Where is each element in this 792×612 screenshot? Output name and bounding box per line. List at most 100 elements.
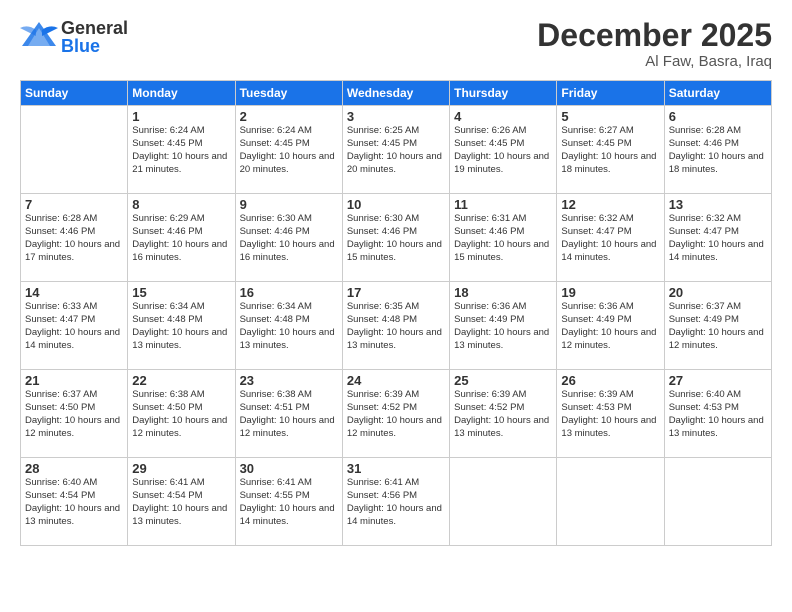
day-number: 10 [347, 197, 445, 212]
header: General Blue December 2025 Al Faw, Basra… [20, 18, 772, 70]
day-cell: 11Sunrise: 6:31 AM Sunset: 4:46 PM Dayli… [450, 194, 557, 282]
day-info: Sunrise: 6:28 AM Sunset: 4:46 PM Dayligh… [669, 125, 767, 176]
day-cell: 10Sunrise: 6:30 AM Sunset: 4:46 PM Dayli… [342, 194, 449, 282]
day-info: Sunrise: 6:37 AM Sunset: 4:49 PM Dayligh… [669, 301, 767, 352]
days-of-week-row: SundayMondayTuesdayWednesdayThursdayFrid… [21, 81, 772, 106]
calendar-table: SundayMondayTuesdayWednesdayThursdayFrid… [20, 80, 772, 546]
day-cell: 21Sunrise: 6:37 AM Sunset: 4:50 PM Dayli… [21, 370, 128, 458]
day-cell [557, 458, 664, 546]
day-header-thursday: Thursday [450, 81, 557, 106]
logo: General Blue [20, 18, 128, 56]
day-number: 21 [25, 373, 123, 388]
day-number: 7 [25, 197, 123, 212]
day-number: 17 [347, 285, 445, 300]
page-title: December 2025 [537, 18, 772, 53]
day-number: 29 [132, 461, 230, 476]
day-header-sunday: Sunday [21, 81, 128, 106]
day-info: Sunrise: 6:41 AM Sunset: 4:55 PM Dayligh… [240, 477, 338, 528]
day-number: 14 [25, 285, 123, 300]
day-info: Sunrise: 6:40 AM Sunset: 4:54 PM Dayligh… [25, 477, 123, 528]
day-info: Sunrise: 6:41 AM Sunset: 4:56 PM Dayligh… [347, 477, 445, 528]
day-number: 31 [347, 461, 445, 476]
day-cell: 24Sunrise: 6:39 AM Sunset: 4:52 PM Dayli… [342, 370, 449, 458]
day-number: 30 [240, 461, 338, 476]
day-header-monday: Monday [128, 81, 235, 106]
day-header-tuesday: Tuesday [235, 81, 342, 106]
day-header-wednesday: Wednesday [342, 81, 449, 106]
day-cell: 2Sunrise: 6:24 AM Sunset: 4:45 PM Daylig… [235, 106, 342, 194]
day-info: Sunrise: 6:28 AM Sunset: 4:46 PM Dayligh… [25, 213, 123, 264]
day-cell: 27Sunrise: 6:40 AM Sunset: 4:53 PM Dayli… [664, 370, 771, 458]
week-row-2: 7Sunrise: 6:28 AM Sunset: 4:46 PM Daylig… [21, 194, 772, 282]
day-info: Sunrise: 6:40 AM Sunset: 4:53 PM Dayligh… [669, 389, 767, 440]
day-info: Sunrise: 6:38 AM Sunset: 4:51 PM Dayligh… [240, 389, 338, 440]
day-number: 8 [132, 197, 230, 212]
day-number: 1 [132, 109, 230, 124]
day-info: Sunrise: 6:34 AM Sunset: 4:48 PM Dayligh… [132, 301, 230, 352]
day-info: Sunrise: 6:36 AM Sunset: 4:49 PM Dayligh… [561, 301, 659, 352]
day-header-saturday: Saturday [664, 81, 771, 106]
day-number: 4 [454, 109, 552, 124]
day-info: Sunrise: 6:30 AM Sunset: 4:46 PM Dayligh… [347, 213, 445, 264]
day-cell: 25Sunrise: 6:39 AM Sunset: 4:52 PM Dayli… [450, 370, 557, 458]
day-info: Sunrise: 6:35 AM Sunset: 4:48 PM Dayligh… [347, 301, 445, 352]
day-info: Sunrise: 6:32 AM Sunset: 4:47 PM Dayligh… [561, 213, 659, 264]
day-cell: 18Sunrise: 6:36 AM Sunset: 4:49 PM Dayli… [450, 282, 557, 370]
day-info: Sunrise: 6:29 AM Sunset: 4:46 PM Dayligh… [132, 213, 230, 264]
day-cell [21, 106, 128, 194]
day-cell: 23Sunrise: 6:38 AM Sunset: 4:51 PM Dayli… [235, 370, 342, 458]
day-number: 5 [561, 109, 659, 124]
day-number: 27 [669, 373, 767, 388]
calendar-header: SundayMondayTuesdayWednesdayThursdayFrid… [21, 81, 772, 106]
logo-general-text: General [61, 19, 128, 37]
day-cell: 8Sunrise: 6:29 AM Sunset: 4:46 PM Daylig… [128, 194, 235, 282]
day-number: 15 [132, 285, 230, 300]
day-info: Sunrise: 6:24 AM Sunset: 4:45 PM Dayligh… [240, 125, 338, 176]
day-number: 19 [561, 285, 659, 300]
day-number: 6 [669, 109, 767, 124]
day-cell: 9Sunrise: 6:30 AM Sunset: 4:46 PM Daylig… [235, 194, 342, 282]
week-row-4: 21Sunrise: 6:37 AM Sunset: 4:50 PM Dayli… [21, 370, 772, 458]
logo-blue-text: Blue [61, 37, 128, 55]
day-cell [664, 458, 771, 546]
day-cell: 3Sunrise: 6:25 AM Sunset: 4:45 PM Daylig… [342, 106, 449, 194]
day-info: Sunrise: 6:31 AM Sunset: 4:46 PM Dayligh… [454, 213, 552, 264]
day-cell: 13Sunrise: 6:32 AM Sunset: 4:47 PM Dayli… [664, 194, 771, 282]
day-info: Sunrise: 6:32 AM Sunset: 4:47 PM Dayligh… [669, 213, 767, 264]
day-number: 13 [669, 197, 767, 212]
day-info: Sunrise: 6:36 AM Sunset: 4:49 PM Dayligh… [454, 301, 552, 352]
day-number: 18 [454, 285, 552, 300]
day-number: 26 [561, 373, 659, 388]
day-number: 23 [240, 373, 338, 388]
day-info: Sunrise: 6:39 AM Sunset: 4:53 PM Dayligh… [561, 389, 659, 440]
day-cell: 29Sunrise: 6:41 AM Sunset: 4:54 PM Dayli… [128, 458, 235, 546]
day-cell: 31Sunrise: 6:41 AM Sunset: 4:56 PM Dayli… [342, 458, 449, 546]
day-cell: 5Sunrise: 6:27 AM Sunset: 4:45 PM Daylig… [557, 106, 664, 194]
day-cell: 20Sunrise: 6:37 AM Sunset: 4:49 PM Dayli… [664, 282, 771, 370]
title-block: December 2025 Al Faw, Basra, Iraq [537, 18, 772, 70]
day-cell: 16Sunrise: 6:34 AM Sunset: 4:48 PM Dayli… [235, 282, 342, 370]
day-cell [450, 458, 557, 546]
day-info: Sunrise: 6:37 AM Sunset: 4:50 PM Dayligh… [25, 389, 123, 440]
week-row-1: 1 Sunrise: 6:24 AM Sunset: 4:45 PM Daylig… [21, 106, 772, 194]
day-info: Sunrise: 6:25 AM Sunset: 4:45 PM Dayligh… [347, 125, 445, 176]
day-info: Sunrise: 6:33 AM Sunset: 4:47 PM Dayligh… [25, 301, 123, 352]
day-number: 3 [347, 109, 445, 124]
logo-icon [20, 18, 58, 56]
day-cell: 28Sunrise: 6:40 AM Sunset: 4:54 PM Dayli… [21, 458, 128, 546]
day-info: Sunrise: 6:41 AM Sunset: 4:54 PM Dayligh… [132, 477, 230, 528]
day-info: Sunrise: 6:39 AM Sunset: 4:52 PM Dayligh… [347, 389, 445, 440]
day-cell: 4Sunrise: 6:26 AM Sunset: 4:45 PM Daylig… [450, 106, 557, 194]
day-number: 24 [347, 373, 445, 388]
day-number: 25 [454, 373, 552, 388]
day-cell: 19Sunrise: 6:36 AM Sunset: 4:49 PM Dayli… [557, 282, 664, 370]
day-cell: 1Sunrise: 6:24 AM Sunset: 4:45 PM Daylig… [128, 106, 235, 194]
week-row-5: 28Sunrise: 6:40 AM Sunset: 4:54 PM Dayli… [21, 458, 772, 546]
day-number: 28 [25, 461, 123, 476]
day-info: Sunrise: 6:30 AM Sunset: 4:46 PM Dayligh… [240, 213, 338, 264]
day-info: Sunrise: 6:38 AM Sunset: 4:50 PM Dayligh… [132, 389, 230, 440]
day-number: 9 [240, 197, 338, 212]
day-cell: 26Sunrise: 6:39 AM Sunset: 4:53 PM Dayli… [557, 370, 664, 458]
day-number: 12 [561, 197, 659, 212]
day-number: 22 [132, 373, 230, 388]
